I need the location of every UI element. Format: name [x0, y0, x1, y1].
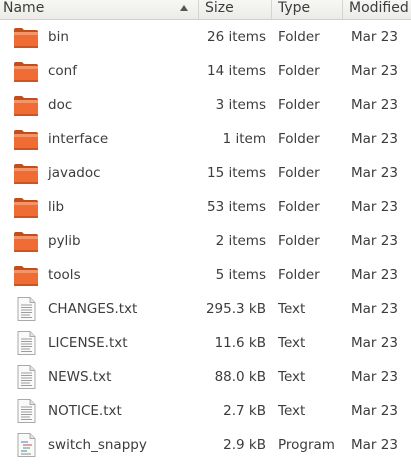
file-name: tools: [48, 267, 81, 283]
file-type: Folder: [278, 267, 320, 283]
file-row-news-txt[interactable]: NEWS.txt 88.0 kB Text Mar 23: [0, 360, 411, 394]
file-type: Text: [278, 301, 306, 317]
file-row-changes-txt[interactable]: CHANGES.txt 295.3 kB Text Mar 23: [0, 292, 411, 326]
file-row-lib[interactable]: lib 53 items Folder Mar 23: [0, 190, 411, 224]
file-row-bin[interactable]: bin 26 items Folder Mar 23: [0, 20, 411, 54]
file-modified: Mar 23: [351, 267, 398, 283]
file-row-javadoc[interactable]: javadoc 15 items Folder Mar 23: [0, 156, 411, 190]
file-modified: Mar 23: [351, 301, 398, 317]
text-file-icon: [13, 297, 39, 321]
file-name: javadoc: [48, 165, 101, 181]
file-type: Folder: [278, 165, 320, 181]
file-modified: Mar 23: [351, 131, 398, 147]
file-name: doc: [48, 97, 73, 113]
column-header-modified-label: Modified: [349, 0, 409, 16]
file-type: Text: [278, 369, 306, 385]
file-name: CHANGES.txt: [48, 301, 138, 317]
folder-icon: [13, 25, 39, 49]
file-modified: Mar 23: [351, 29, 398, 45]
file-row-conf[interactable]: conf 14 items Folder Mar 23: [0, 54, 411, 88]
file-name: NOTICE.txt: [48, 403, 122, 419]
file-name: NEWS.txt: [48, 369, 112, 385]
column-header-size[interactable]: Size: [199, 0, 272, 19]
file-row-tools[interactable]: tools 5 items Folder Mar 23: [0, 258, 411, 292]
text-file-icon: [13, 331, 39, 355]
file-size: 88.0 kB: [214, 369, 266, 385]
file-type: Folder: [278, 63, 320, 79]
file-modified: Mar 23: [351, 233, 398, 249]
file-size: 2.7 kB: [223, 403, 266, 419]
file-name: bin: [48, 29, 69, 45]
column-header-name[interactable]: Name: [0, 0, 199, 19]
file-modified: Mar 23: [351, 165, 398, 181]
column-header-modified[interactable]: Modified: [343, 0, 411, 19]
file-modified: Mar 23: [351, 63, 398, 79]
sort-ascending-icon: [180, 5, 188, 11]
file-row-doc[interactable]: doc 3 items Folder Mar 23: [0, 88, 411, 122]
file-size: 3 items: [215, 97, 266, 113]
file-name: switch_snappy: [48, 437, 147, 453]
column-header-bar: Name Size Type Modified: [0, 0, 411, 20]
file-name: interface: [48, 131, 109, 147]
folder-icon: [13, 195, 39, 219]
file-modified: Mar 23: [351, 199, 398, 215]
file-modified: Mar 23: [351, 369, 398, 385]
file-row-notice-txt[interactable]: NOTICE.txt 2.7 kB Text Mar 23: [0, 394, 411, 428]
file-type: Folder: [278, 233, 320, 249]
file-size: 11.6 kB: [214, 335, 266, 351]
file-modified: Mar 23: [351, 97, 398, 113]
folder-icon: [13, 229, 39, 253]
file-size: 1 item: [222, 131, 266, 147]
folder-icon: [13, 263, 39, 287]
file-size: 14 items: [206, 63, 266, 79]
file-size: 5 items: [215, 267, 266, 283]
file-name: pylib: [48, 233, 81, 249]
file-size: 26 items: [206, 29, 266, 45]
file-row-interface[interactable]: interface 1 item Folder Mar 23: [0, 122, 411, 156]
folder-icon: [13, 93, 39, 117]
file-size: 53 items: [206, 199, 266, 215]
file-type: Folder: [278, 199, 320, 215]
file-type: Folder: [278, 131, 320, 147]
file-modified: Mar 23: [351, 403, 398, 419]
file-name: conf: [48, 63, 77, 79]
file-modified: Mar 23: [351, 335, 398, 351]
folder-icon: [13, 161, 39, 185]
file-size: 2 items: [215, 233, 266, 249]
file-name: LICENSE.txt: [48, 335, 128, 351]
file-name: lib: [48, 199, 65, 215]
file-type: Folder: [278, 97, 320, 113]
file-size: 15 items: [206, 165, 266, 181]
column-header-size-label: Size: [205, 0, 234, 16]
file-list: bin 26 items Folder Mar 23 conf 14 items Fold…: [0, 20, 411, 462]
file-size: 2.9 kB: [223, 437, 266, 453]
file-size: 295.3 kB: [205, 301, 266, 317]
column-header-type[interactable]: Type: [272, 0, 343, 19]
file-type: Text: [278, 335, 306, 351]
folder-icon: [13, 59, 39, 83]
file-type: Folder: [278, 29, 320, 45]
column-header-name-label: Name: [3, 0, 45, 16]
file-type: Program: [278, 437, 335, 453]
file-row-switch-snappy[interactable]: switch_snappy 2.9 kB Program Mar 23: [0, 428, 411, 462]
text-file-icon: [13, 399, 39, 423]
file-type: Text: [278, 403, 306, 419]
column-header-type-label: Type: [278, 0, 311, 16]
folder-icon: [13, 127, 39, 151]
file-row-license-txt[interactable]: LICENSE.txt 11.6 kB Text Mar 23: [0, 326, 411, 360]
text-file-icon: [13, 365, 39, 389]
script-file-icon: [13, 433, 39, 457]
file-modified: Mar 23: [351, 437, 398, 453]
file-row-pylib[interactable]: pylib 2 items Folder Mar 23: [0, 224, 411, 258]
